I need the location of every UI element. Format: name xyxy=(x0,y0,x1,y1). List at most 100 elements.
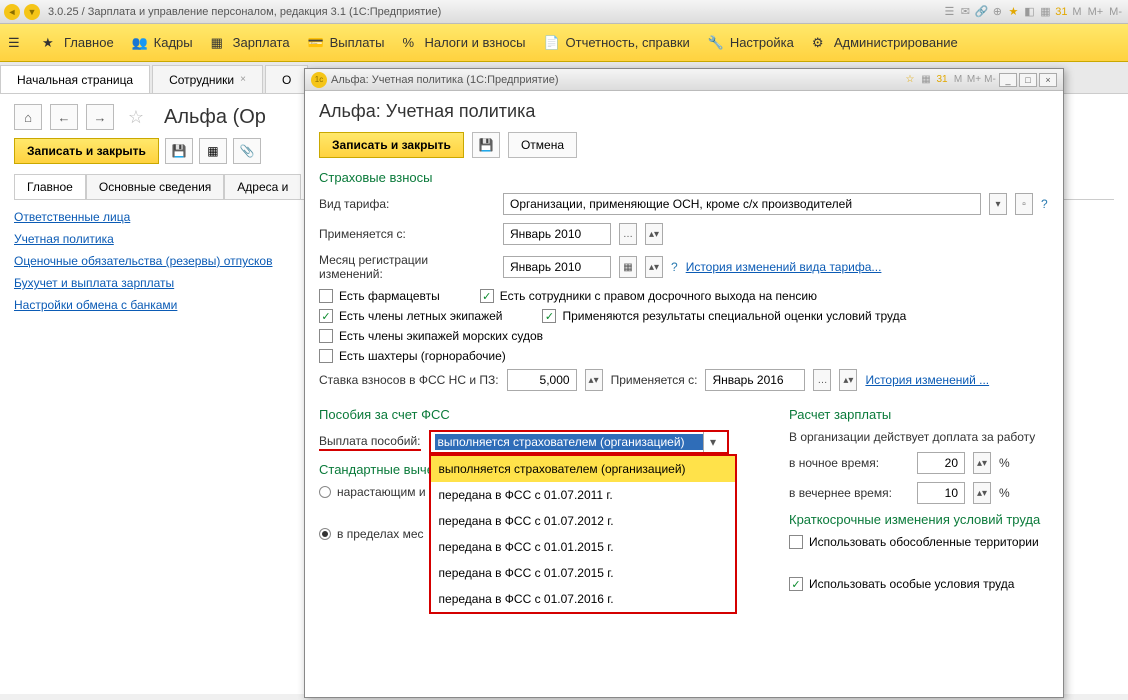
history-link[interactable]: История изменений вида тарифа... xyxy=(686,260,882,274)
dialog-save-close[interactable]: Записать и закрыть xyxy=(319,132,464,158)
close-button[interactable]: × xyxy=(1039,73,1057,87)
help-icon[interactable]: ? xyxy=(671,260,678,274)
help-icon[interactable]: ? xyxy=(1041,197,1048,211)
menu-hr[interactable]: 👥Кадры xyxy=(132,35,193,51)
tool-icon[interactable]: ▦ xyxy=(919,73,933,87)
attach-button[interactable]: 📎 xyxy=(233,138,261,164)
star-icon[interactable]: ☆ xyxy=(903,73,917,87)
chevron-down-icon[interactable]: ▾ xyxy=(703,432,723,452)
dropdown-item[interactable]: передана в ФСС с 01.07.2012 г. xyxy=(431,508,735,534)
rate-label: Ставка взносов в ФСС НС и ПЗ: xyxy=(319,373,499,387)
chk-territories[interactable]: Использовать обособленные территории xyxy=(789,535,1049,549)
dialog-cancel[interactable]: Отмена xyxy=(508,132,577,158)
mem-mplus[interactable]: M+ xyxy=(967,73,981,87)
subtab-general[interactable]: Основные сведения xyxy=(86,174,224,199)
evening-field[interactable]: 10 xyxy=(917,482,965,504)
chk-conditions[interactable]: ✓Использовать особые условия труда xyxy=(789,577,1049,591)
spinner-icon[interactable]: ▴▾ xyxy=(839,369,857,391)
menu-admin[interactable]: ⚙Администрирование xyxy=(812,35,958,51)
dropdown-item[interactable]: передана в ФСС с 01.07.2016 г. xyxy=(431,586,735,612)
tool-icon[interactable]: ✉ xyxy=(958,5,972,19)
save-close-button[interactable]: Записать и закрыть xyxy=(14,138,159,164)
spinner-icon[interactable]: ▴▾ xyxy=(973,452,991,474)
chk-sea[interactable]: Есть члены экипажей морских судов xyxy=(319,329,543,343)
dialog-heading: Альфа: Учетная политика xyxy=(319,101,1049,122)
menu-salary[interactable]: ▦Зарплата xyxy=(211,35,290,51)
percent: % xyxy=(999,456,1010,470)
night-field[interactable]: 20 xyxy=(917,452,965,474)
tool-icon[interactable]: 🔗 xyxy=(974,5,988,19)
reg-month-field[interactable]: Январь 2010 xyxy=(503,256,611,278)
payout-dropdown[interactable]: выполняется страхователем (организацией)… xyxy=(429,430,729,454)
calendar-icon[interactable]: 31 xyxy=(1054,5,1068,19)
dropdown-item[interactable]: передана в ФСС с 01.07.2015 г. xyxy=(431,560,735,586)
menu-payouts[interactable]: 💳Выплаты xyxy=(308,35,385,51)
tool-icon[interactable]: ⊕ xyxy=(990,5,1004,19)
print-button[interactable]: ▦ xyxy=(199,138,227,164)
tariff-field[interactable]: Организации, применяющие ОСН, кроме с/х … xyxy=(503,193,981,215)
minimize-button[interactable]: _ xyxy=(999,73,1017,87)
close-icon[interactable]: × xyxy=(240,74,246,85)
subtab-main[interactable]: Главное xyxy=(14,174,86,199)
favorite-button[interactable]: ☆ xyxy=(122,104,150,130)
dropdown-icon[interactable]: ▾ xyxy=(989,193,1007,215)
tab-other[interactable]: О xyxy=(265,65,308,93)
spinner-icon[interactable]: ▴▾ xyxy=(585,369,603,391)
maximize-button[interactable]: □ xyxy=(1019,73,1037,87)
mem-m[interactable]: M xyxy=(1070,6,1083,18)
app-titlebar: ◄ ▼ 3.0.25 / Зарплата и управление персо… xyxy=(0,0,1128,24)
dialog-save[interactable]: 💾 xyxy=(472,132,500,158)
applies-from-field[interactable]: Январь 2010 xyxy=(503,223,611,245)
back-button[interactable]: ← xyxy=(50,104,78,130)
menu-burger[interactable]: ☰ xyxy=(8,35,24,51)
chk-flight[interactable]: ✓Есть члены летных экипажей xyxy=(319,309,502,323)
spinner-icon[interactable]: ▴▾ xyxy=(645,256,663,278)
page-title: Альфа (Ор xyxy=(164,106,266,129)
spinner-icon[interactable]: ▴▾ xyxy=(973,482,991,504)
menu-reports[interactable]: 📄Отчетность, справки xyxy=(544,35,690,51)
titlebar-tools: ☰ ✉ 🔗 ⊕ ★ ◧ ▦ 31 M M+ M- xyxy=(942,5,1124,19)
rate-field[interactable]: 5,000 xyxy=(507,369,577,391)
tab-employees[interactable]: Сотрудники× xyxy=(152,65,263,93)
rate-applies-field[interactable]: Январь 2016 xyxy=(705,369,805,391)
mem-mminus[interactable]: M- xyxy=(1107,6,1124,18)
mem-mminus[interactable]: M- xyxy=(983,73,997,87)
menu-taxes[interactable]: %Налоги и взносы xyxy=(402,35,525,51)
chk-pharm[interactable]: Есть фармацевты xyxy=(319,289,440,303)
dialog-titlebar[interactable]: 1c Альфа: Учетная политика (1С:Предприят… xyxy=(305,69,1063,91)
tariff-label: Вид тарифа: xyxy=(319,197,495,211)
mem-m[interactable]: M xyxy=(951,73,965,87)
section-insurance: Страховые взносы xyxy=(319,170,1049,185)
ellipsis-icon[interactable]: … xyxy=(619,223,637,245)
dropdown-item[interactable]: передана в ФСС с 01.07.2011 г. xyxy=(431,482,735,508)
mem-mplus[interactable]: M+ xyxy=(1086,6,1106,18)
back-icon[interactable]: ◄ xyxy=(4,4,20,20)
chk-miners[interactable]: Есть шахтеры (горнорабочие) xyxy=(319,349,506,363)
reg-month-label: Месяц регистрации изменений: xyxy=(319,253,495,281)
tab-start[interactable]: Начальная страница xyxy=(0,65,150,93)
dropdown-selected: выполняется страхователем (организацией) xyxy=(435,434,703,450)
spinner-icon[interactable]: ▴▾ xyxy=(645,223,663,245)
chk-pension[interactable]: ✓Есть сотрудники с правом досрочного вых… xyxy=(480,289,817,303)
chk-spec[interactable]: ✓Применяются результаты специальной оцен… xyxy=(542,309,906,323)
tool-icon[interactable]: ▦ xyxy=(1038,5,1052,19)
calendar-icon[interactable]: ▦ xyxy=(619,256,637,278)
home-button[interactable]: ⌂ xyxy=(14,104,42,130)
menu-main[interactable]: ★Главное xyxy=(42,35,114,51)
calendar-icon[interactable]: 31 xyxy=(935,73,949,87)
menu-settings[interactable]: 🔧Настройка xyxy=(708,35,794,51)
save-button[interactable]: 💾 xyxy=(165,138,193,164)
tool-icon[interactable]: ☰ xyxy=(942,5,956,19)
open-icon[interactable]: ▫ xyxy=(1015,193,1033,215)
subtab-addresses[interactable]: Адреса и xyxy=(224,174,301,199)
section-salary: Расчет зарплаты xyxy=(789,407,1049,422)
dropdown-item[interactable]: передана в ФСС с 01.01.2015 г. xyxy=(431,534,735,560)
tool-icon[interactable]: ◧ xyxy=(1022,5,1036,19)
star-icon[interactable]: ★ xyxy=(1006,5,1020,19)
history2-link[interactable]: История изменений ... xyxy=(865,373,989,387)
dropdown-item[interactable]: выполняется страхователем (организацией) xyxy=(431,456,735,482)
forward-icon[interactable]: ▼ xyxy=(24,4,40,20)
forward-button[interactable]: → xyxy=(86,104,114,130)
section-short: Краткосрочные изменения условий труда xyxy=(789,512,1049,527)
ellipsis-icon[interactable]: … xyxy=(813,369,831,391)
